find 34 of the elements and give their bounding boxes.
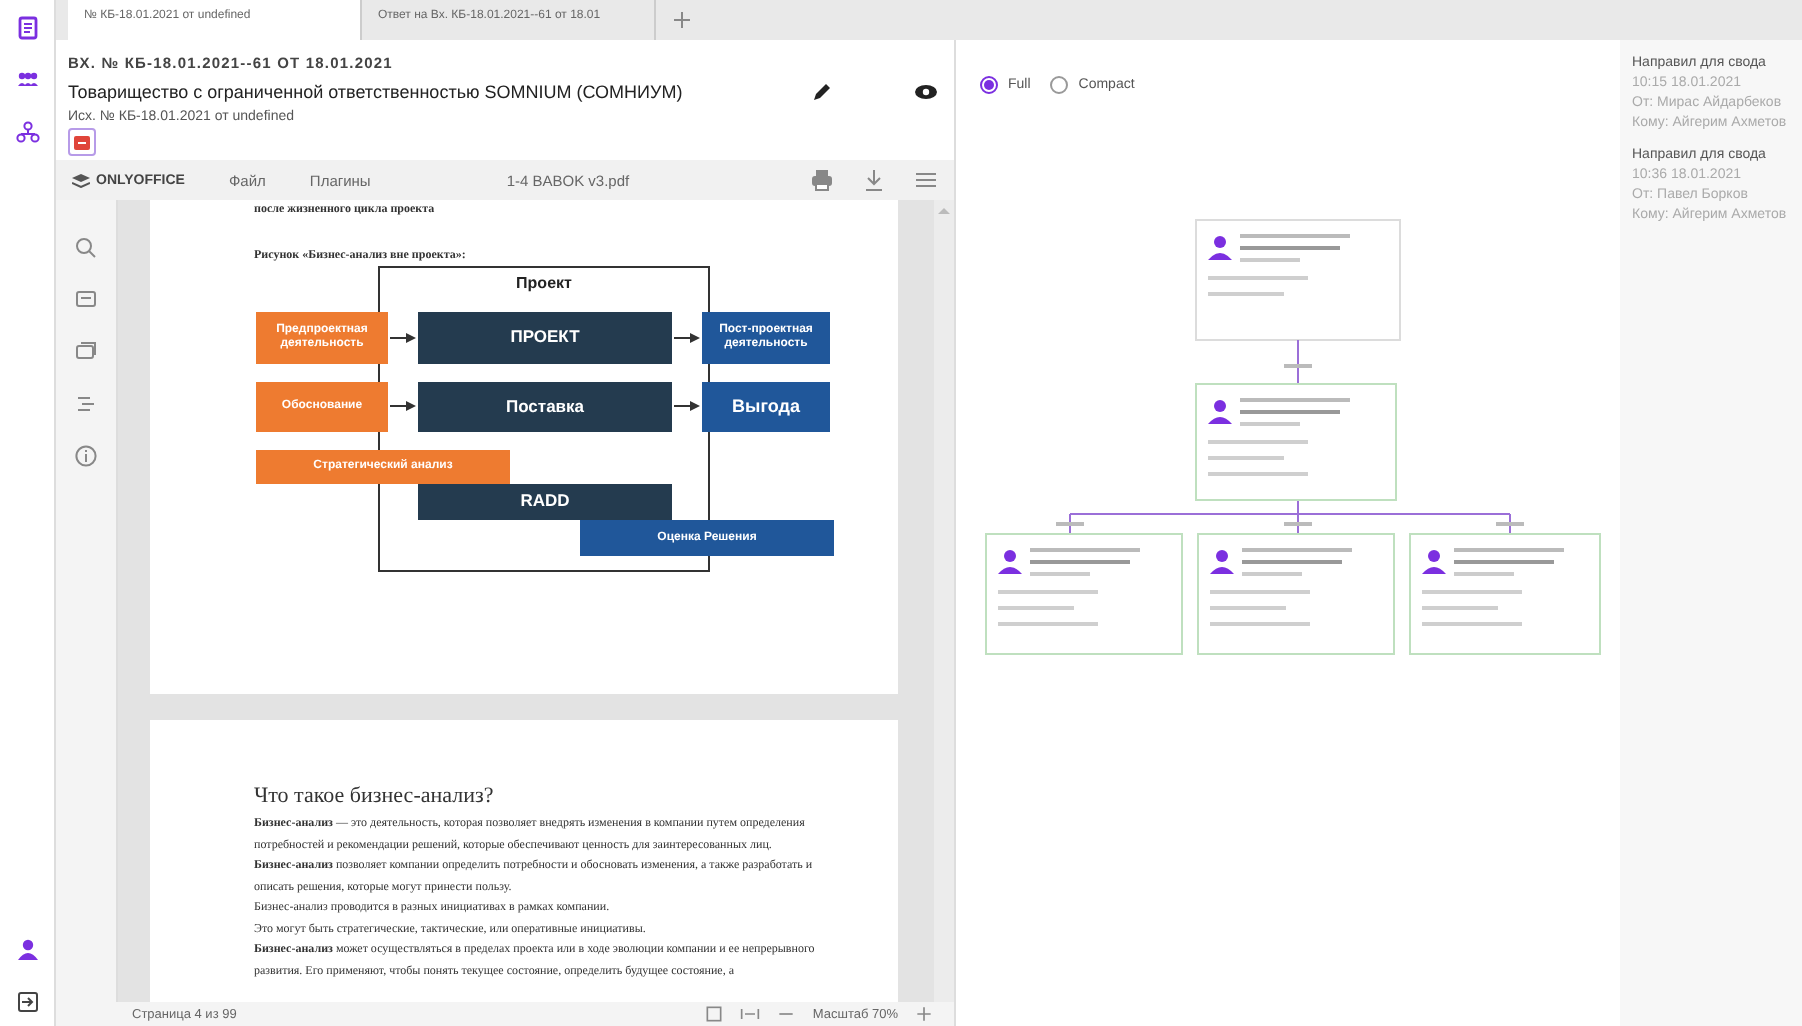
info-icon[interactable] — [74, 444, 98, 468]
print-icon[interactable] — [810, 168, 834, 192]
user-icon[interactable] — [15, 938, 39, 962]
scroll-up-icon[interactable] — [938, 206, 950, 216]
attachment-file[interactable] — [68, 128, 96, 156]
diagram-box: Поставка — [418, 382, 672, 432]
download-icon[interactable] — [862, 168, 886, 192]
arrow — [673, 333, 700, 343]
search-icon[interactable] — [74, 236, 98, 260]
headings-icon[interactable] — [74, 392, 98, 416]
chat-icon[interactable] — [74, 340, 98, 364]
document-title: Товарищество с ограниченной ответственностью SOMNIUM (СОМНИУМ) — [68, 82, 685, 102]
diagram-box: RADD — [418, 484, 672, 520]
fit-width-icon[interactable] — [740, 1004, 761, 1024]
fit-page-icon[interactable] — [704, 1004, 725, 1024]
pencil-icon[interactable] — [810, 80, 834, 104]
frame-title: Проект — [514, 274, 574, 292]
page-heading: Что такое бизнес-анализ? — [254, 784, 496, 808]
people-icon[interactable] — [15, 68, 39, 92]
arrow — [389, 333, 416, 343]
diagram-box: ПРОЕКТ — [418, 312, 672, 364]
document-icon[interactable] — [15, 16, 39, 40]
org-structure-icon[interactable] — [15, 120, 39, 144]
zoom-in-icon[interactable] — [914, 1004, 934, 1024]
comment-icon[interactable] — [74, 288, 98, 312]
file-icon — [74, 135, 90, 149]
eye-icon[interactable] — [914, 80, 938, 104]
arrow — [389, 401, 416, 411]
radio-dot[interactable] — [980, 76, 998, 94]
menu-icon[interactable] — [914, 168, 938, 192]
arrow — [673, 401, 700, 411]
radio-dot[interactable] — [1050, 76, 1069, 94]
diagram-box: Выгода — [702, 382, 830, 432]
logout-icon[interactable] — [15, 990, 39, 1014]
